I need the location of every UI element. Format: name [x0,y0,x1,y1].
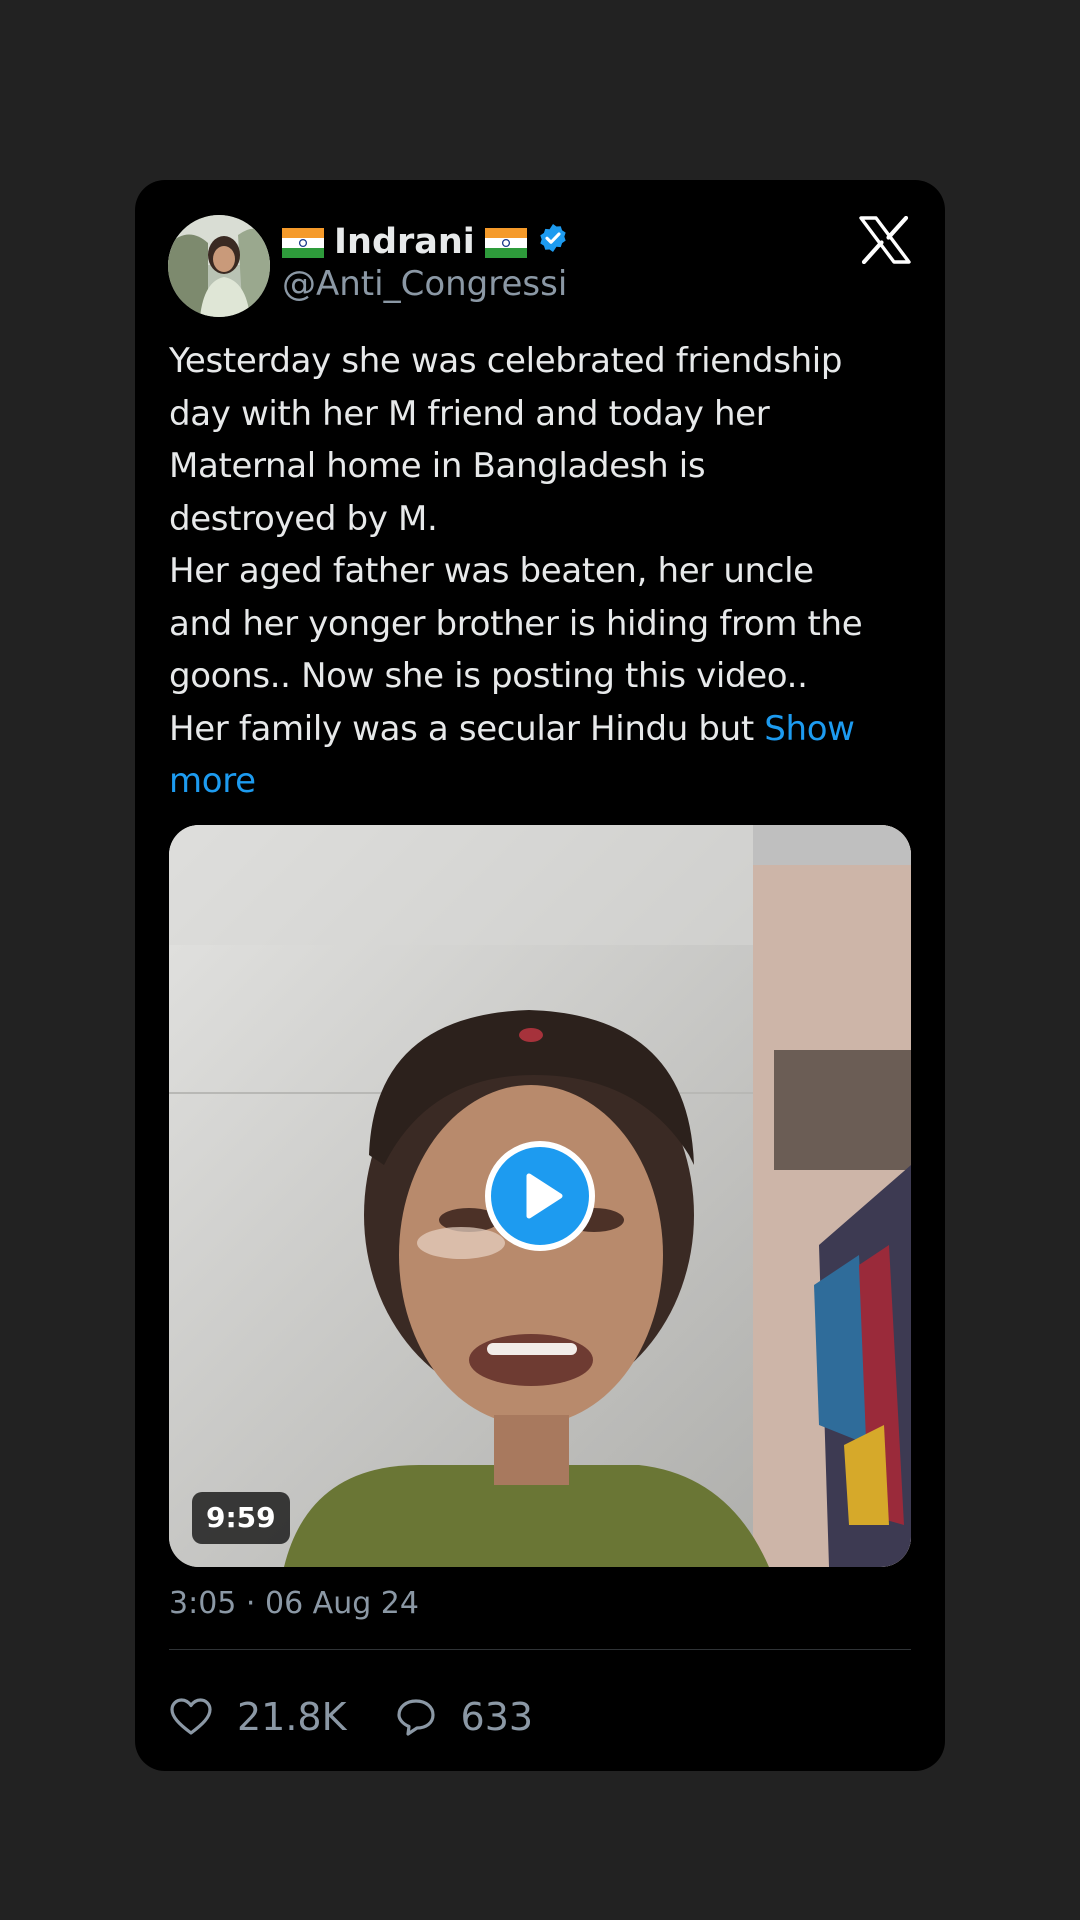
reply-button[interactable]: 633 [395,1695,534,1739]
display-name[interactable]: Indrani [334,222,475,262]
heart-icon [170,1698,212,1735]
tweet-timestamp[interactable]: 3:05 · 06 Aug 24 [169,1586,419,1621]
x-logo-icon[interactable] [859,215,911,265]
tweet-body: Yesterday she was celebrated friendship … [169,341,863,749]
verified-badge-icon [537,222,569,263]
video-duration-badge: 9:59 [192,1492,290,1544]
tweet-text: Yesterday she was celebrated friendship … [169,335,919,808]
reply-count: 633 [460,1695,534,1739]
play-button[interactable] [485,1141,595,1251]
engagement-bar: 21.8K 633 [169,1687,533,1747]
avatar[interactable] [168,215,270,317]
author-name-row[interactable]: Indrani [282,218,569,266]
tweet-card[interactable]: Indrani @Anti_Congressi Yesterday she wa… [135,180,945,1771]
play-icon [526,1173,563,1219]
reply-bubble-icon [396,1699,435,1736]
author-handle[interactable]: @Anti_Congressi [282,264,567,304]
like-count: 21.8K [237,1695,347,1739]
divider [169,1649,911,1650]
like-button[interactable]: 21.8K [169,1695,347,1739]
india-flag-icon [282,227,324,258]
india-flag-icon [484,227,527,258]
video-player[interactable]: 9:59 [169,825,911,1567]
